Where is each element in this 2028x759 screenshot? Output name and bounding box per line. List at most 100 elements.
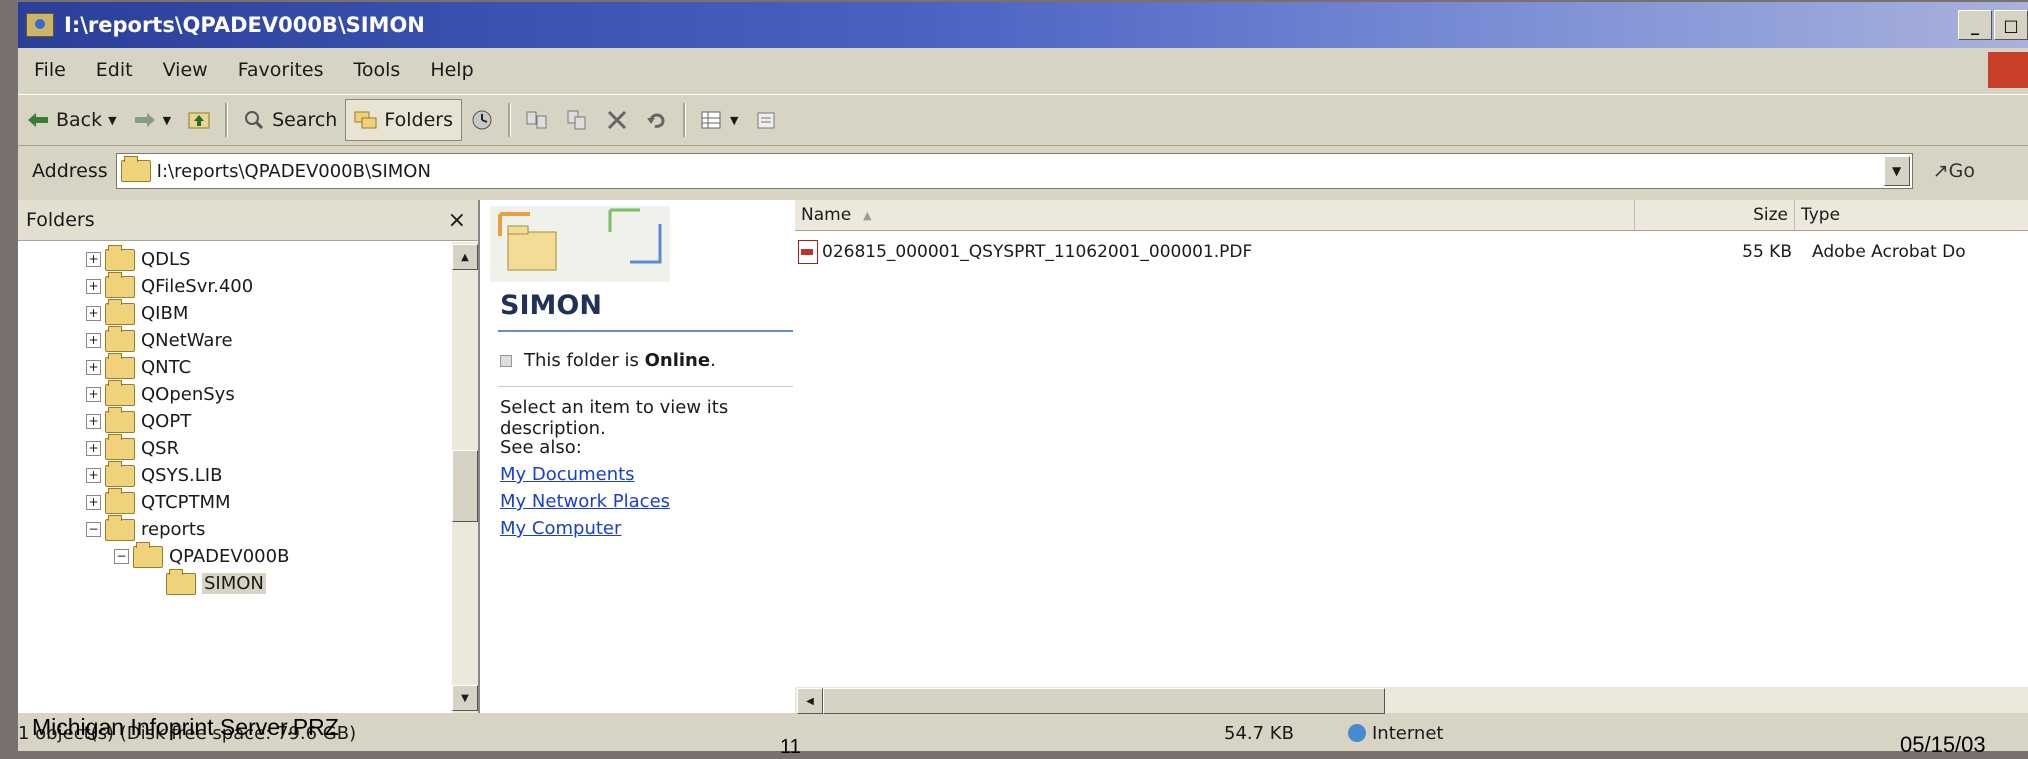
folder-icon xyxy=(120,156,151,182)
vertical-scrollbar[interactable]: ▲ ▼ xyxy=(452,242,478,713)
move-to-button[interactable] xyxy=(517,100,557,140)
minimize-button[interactable]: _ xyxy=(1958,10,1992,40)
tree-node-qtcptmm[interactable]: + QTCPTMM xyxy=(86,487,231,516)
expand-icon[interactable]: + xyxy=(86,333,101,348)
file-size: 55 KB xyxy=(1742,242,1792,262)
menu-help[interactable]: Help xyxy=(430,59,473,81)
link-my-network-places[interactable]: My Network Places xyxy=(500,491,670,512)
column-name[interactable]: Name ▲ xyxy=(795,200,1635,230)
tree-node-qfilesvr400[interactable]: + QFileSvr.400 xyxy=(86,271,253,300)
collapse-icon[interactable]: − xyxy=(86,522,101,537)
menu-view[interactable]: View xyxy=(163,59,208,81)
delete-button[interactable] xyxy=(597,100,637,140)
file-list-header: Name ▲ Size Type xyxy=(795,200,2028,231)
tree-node-qsr[interactable]: + QSR xyxy=(86,433,179,462)
folder-icon xyxy=(105,379,135,406)
folder-icon xyxy=(105,352,135,379)
undo-button[interactable] xyxy=(637,100,677,140)
tree-node-label: QTCPTMM xyxy=(141,492,231,513)
views-button[interactable]: ▼ xyxy=(692,100,746,140)
menu-tools[interactable]: Tools xyxy=(354,59,401,81)
up-button[interactable] xyxy=(179,100,219,140)
expand-icon[interactable]: + xyxy=(86,495,101,510)
folders-pane-header: Folders × xyxy=(18,200,478,241)
link-my-documents[interactable]: My Documents xyxy=(500,464,635,485)
column-name-label: Name xyxy=(801,205,852,225)
delete-x-icon xyxy=(607,110,627,130)
menu-edit[interactable]: Edit xyxy=(96,59,133,81)
online-status-icon xyxy=(500,354,512,367)
folder-options-button[interactable] xyxy=(746,100,786,140)
tree-node-qntc[interactable]: + QNTC xyxy=(86,352,191,381)
toolbar-separator xyxy=(682,103,686,137)
expand-icon[interactable]: + xyxy=(86,360,101,375)
menu-file[interactable]: File xyxy=(34,59,66,81)
tree-node-label: QIBM xyxy=(141,303,189,324)
folder-up-icon xyxy=(188,112,210,129)
close-icon[interactable]: × xyxy=(448,208,466,233)
maximize-button[interactable]: □ xyxy=(1994,10,2028,40)
menu-favorites[interactable]: Favorites xyxy=(238,59,324,81)
online-status: Online xyxy=(644,350,711,371)
folder-icon xyxy=(105,271,135,298)
scroll-up-button[interactable]: ▲ xyxy=(452,244,478,270)
address-label: Address xyxy=(32,160,108,182)
collapse-icon[interactable]: − xyxy=(114,549,129,564)
pdf-file-icon xyxy=(798,240,818,264)
tree-node-qpadev000b[interactable]: − QPADEV000B xyxy=(114,541,289,570)
scroll-left-button[interactable]: ◀ xyxy=(797,688,823,714)
folders-button[interactable]: Folders xyxy=(345,99,462,141)
history-button[interactable] xyxy=(462,100,502,140)
expand-icon[interactable]: + xyxy=(86,414,101,429)
chevron-down-icon: ▼ xyxy=(1892,164,1902,178)
scrollbar-thumb[interactable] xyxy=(452,450,478,522)
column-size[interactable]: Size xyxy=(1635,200,1795,230)
folders-label: Folders xyxy=(384,109,453,131)
expand-icon[interactable]: + xyxy=(86,441,101,456)
address-input[interactable]: I:\reports\QPADEV000B\SIMON ▼ xyxy=(115,153,1913,189)
folder-banner-icon xyxy=(490,206,670,282)
column-type[interactable]: Type xyxy=(1795,200,2028,230)
scroll-down-button[interactable]: ▼ xyxy=(452,685,478,711)
expand-icon[interactable]: + xyxy=(86,387,101,402)
horizontal-scrollbar[interactable]: ◀ xyxy=(795,687,2028,714)
address-bar: Address I:\reports\QPADEV000B\SIMON ▼ ↗G… xyxy=(18,148,2028,194)
file-row[interactable]: 026815_000001_QSYSPRT_11062001_000001.PD… xyxy=(798,240,1966,264)
chevron-down-icon[interactable]: ▼ xyxy=(163,114,171,127)
tree-node-qsyslib[interactable]: + QSYS.LIB xyxy=(86,460,222,489)
forward-arrow-icon xyxy=(134,113,155,127)
address-dropdown-button[interactable]: ▼ xyxy=(1883,156,1910,186)
title-bar[interactable]: I:\reports\QPADEV000B\SIMON _ □ xyxy=(18,2,2028,48)
file-type: Adobe Acrobat Do xyxy=(1812,242,1966,262)
standard-toolbar: Back ▼ ▼ Search Folders ▼ xyxy=(18,94,2028,146)
tree-node-reports[interactable]: − reports xyxy=(86,514,205,543)
copy-to-button[interactable] xyxy=(557,100,597,140)
window-icon xyxy=(26,13,54,37)
tree-node-qnetware[interactable]: + QNetWare xyxy=(86,325,233,354)
forward-button[interactable]: ▼ xyxy=(125,100,179,140)
expand-icon[interactable]: + xyxy=(86,252,101,267)
tree-node-label: SIMON xyxy=(202,573,266,594)
tree-node-qopt[interactable]: + QOPT xyxy=(86,406,191,435)
expand-icon[interactable]: + xyxy=(86,279,101,294)
slide-caption: Michigan Infoprint Server.PRZ xyxy=(32,714,339,740)
tree-node-qdls[interactable]: + QDLS xyxy=(86,244,190,273)
tree-node-simon[interactable]: SIMON xyxy=(166,568,266,597)
expand-icon[interactable]: + xyxy=(86,468,101,483)
expand-icon[interactable]: + xyxy=(86,306,101,321)
folder-icon xyxy=(105,433,135,460)
go-arrow-icon: ↗ xyxy=(1932,160,1949,182)
link-my-computer[interactable]: My Computer xyxy=(500,518,621,539)
description-hint: Select an item to view its description. xyxy=(500,397,729,439)
folders-pane: Folders × + QDLS + QFileSvr.400 + QIBM + QNe… xyxy=(18,200,480,713)
back-arrow-icon xyxy=(28,113,48,127)
chevron-down-icon[interactable]: ▼ xyxy=(730,114,738,127)
tree-node-qopensys[interactable]: + QOpenSys xyxy=(86,379,235,408)
folder-icon xyxy=(105,514,135,541)
go-button[interactable]: ↗Go xyxy=(1933,160,1975,182)
search-button[interactable]: Search xyxy=(234,100,345,140)
chevron-down-icon[interactable]: ▼ xyxy=(108,114,116,127)
tree-node-qibm[interactable]: + QIBM xyxy=(86,298,189,327)
scrollbar-thumb[interactable] xyxy=(823,688,1385,714)
back-button[interactable]: Back ▼ xyxy=(18,100,125,140)
